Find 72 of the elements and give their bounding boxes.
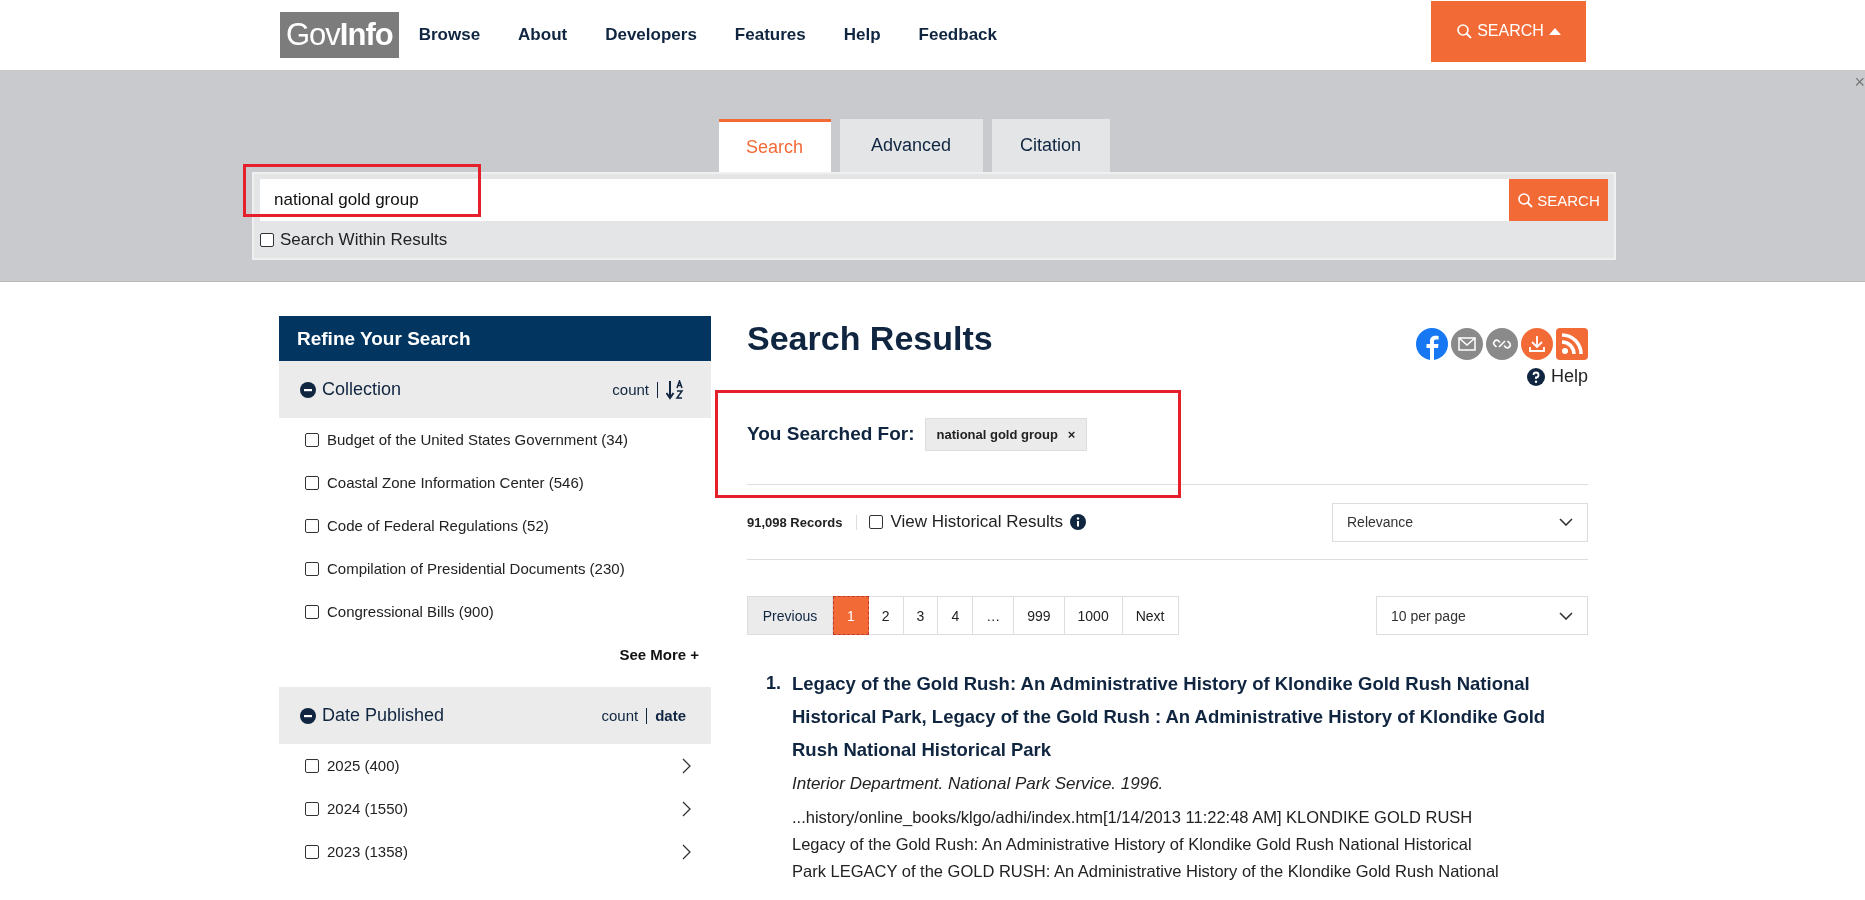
result-snippet: ...history/online_books/klgo/adhi/index.htm[1/14/2013 11:22:48 AM] KLONDIKE GOLD RUSH Legacy of the Gold Rush: An Administrative History of Klondike Gold Rush National Historical Park LEGACY of the GOLD RUSH: An Administrative History of the Klondike Gold Rush National bbox=[792, 807, 1500, 882]
sort-link[interactable]: date bbox=[655, 707, 686, 724]
checkbox[interactable] bbox=[869, 515, 884, 529]
checkbox[interactable] bbox=[305, 432, 319, 447]
page-button[interactable]: 3 bbox=[903, 596, 939, 635]
facet-option: Congressional Bills (900) bbox=[327, 603, 691, 620]
chevron-down-icon bbox=[1559, 611, 1573, 620]
nav-link[interactable]: Browse bbox=[418, 25, 481, 45]
result-title-link[interactable]: Legacy of the Gold Rush: An Administrative History of Klondike Gold Rush National Historical Park, Legacy of the Gold Rush : An Administrative History of Klondike Gold Rush National Historical Park bbox=[792, 667, 1552, 766]
tab[interactable]: Citation bbox=[991, 119, 1110, 172]
per-page-dropdown[interactable]: 10 per page bbox=[1376, 596, 1588, 635]
checkbox[interactable] bbox=[305, 475, 319, 490]
checkbox[interactable] bbox=[305, 844, 319, 859]
checkbox[interactable] bbox=[305, 604, 319, 619]
nav-link[interactable]: Developers bbox=[605, 25, 697, 45]
chevron-right-icon bbox=[682, 800, 691, 817]
facebook-icon[interactable] bbox=[1416, 328, 1448, 360]
search-icon bbox=[1517, 192, 1534, 208]
facet-option: 2025 (400) bbox=[327, 757, 674, 774]
link-icon[interactable] bbox=[1486, 328, 1518, 360]
checkbox-label: Search Within Results bbox=[280, 230, 448, 250]
search-term-chip[interactable]: national gold group × bbox=[924, 417, 1088, 451]
result-number: 1. bbox=[766, 672, 782, 695]
checkbox[interactable] bbox=[260, 233, 274, 247]
facet-option: Budget of the United States Government (34) bbox=[327, 431, 691, 448]
see-more-link[interactable]: See More + bbox=[279, 633, 711, 687]
page-button[interactable]: 4 bbox=[938, 596, 974, 635]
page-button[interactable]: 2 bbox=[868, 596, 904, 635]
mail-icon[interactable] bbox=[1451, 328, 1483, 360]
checkbox[interactable] bbox=[305, 801, 319, 816]
facet-option: 2023 (1358) bbox=[327, 843, 674, 860]
nav-link[interactable]: About bbox=[518, 25, 568, 45]
result-source: Interior Department. National Park Service. 1996. bbox=[792, 773, 1165, 795]
info-icon bbox=[1070, 514, 1086, 530]
chevron-down-icon bbox=[1559, 518, 1573, 526]
help-icon bbox=[1526, 367, 1545, 386]
page-button[interactable]: … bbox=[973, 596, 1015, 635]
page-button[interactable]: Next bbox=[1122, 596, 1179, 635]
sort-dropdown[interactable]: Relevance bbox=[1332, 502, 1588, 542]
help-link[interactable]: Help bbox=[1526, 366, 1588, 387]
page-title: Search Results bbox=[747, 318, 993, 359]
nav-link[interactable]: Features bbox=[734, 25, 806, 45]
record-count: 91,098 Records bbox=[747, 514, 858, 530]
sort-icon bbox=[666, 379, 686, 400]
label: You Searched For: bbox=[747, 423, 915, 445]
nav-link[interactable]: Feedback bbox=[918, 25, 997, 45]
nav-link[interactable]: Help bbox=[843, 25, 881, 45]
facet-option: Coastal Zone Information Center (546) bbox=[327, 474, 691, 491]
sort-link[interactable]: count bbox=[601, 707, 639, 724]
page-button[interactable]: 1000 bbox=[1064, 596, 1123, 635]
facet-title: Date Published bbox=[322, 705, 446, 726]
facet-option: Compilation of Presidential Documents (230) bbox=[327, 560, 691, 577]
chevron-right-icon bbox=[682, 757, 691, 774]
sort-link[interactable]: count bbox=[612, 381, 649, 398]
sidebar-title: Refine Your Search bbox=[279, 316, 711, 361]
checkbox[interactable] bbox=[305, 561, 319, 576]
facet-title: Collection bbox=[322, 379, 403, 400]
download-icon[interactable] bbox=[1521, 328, 1553, 360]
chevron-right-icon bbox=[682, 843, 691, 860]
search-field[interactable]: national gold group bbox=[260, 179, 1509, 221]
checkbox[interactable] bbox=[305, 758, 319, 773]
facet-option: 2024 (1550) bbox=[327, 800, 674, 817]
logo[interactable]: GovInfo bbox=[280, 12, 399, 58]
search-icon bbox=[1456, 23, 1473, 39]
page-button[interactable]: Previous bbox=[747, 596, 833, 635]
remove-icon[interactable]: × bbox=[1067, 426, 1076, 442]
page-button[interactable]: 999 bbox=[1014, 596, 1065, 635]
facet-option: Code of Federal Regulations (52) bbox=[327, 517, 691, 534]
rss-icon[interactable] bbox=[1556, 328, 1588, 360]
checkbox-label: View Historical Results bbox=[890, 512, 1063, 532]
checkbox[interactable] bbox=[305, 518, 319, 533]
tab[interactable]: Advanced bbox=[839, 119, 983, 172]
